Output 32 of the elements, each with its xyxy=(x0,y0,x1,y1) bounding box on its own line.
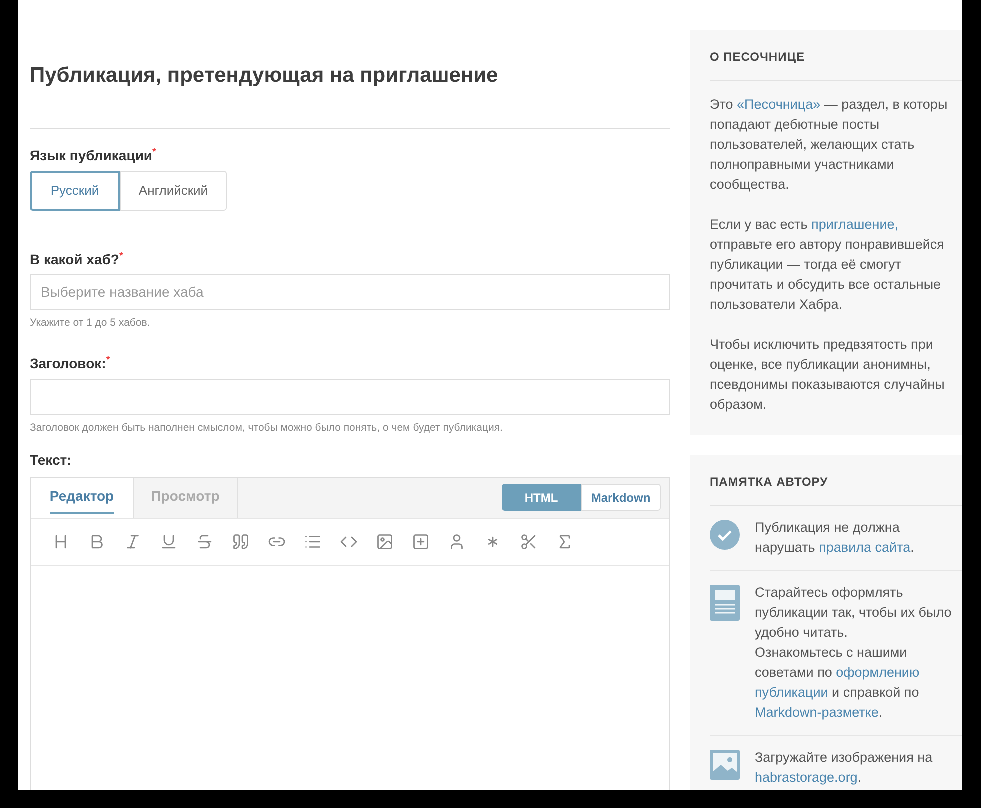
panel-title: ПАМЯТКА АВТОРУ xyxy=(710,474,830,491)
paragraph: Это «Песочница» — раздел, в которы попадают дебютные посты пользователей, желающих стать полноправными участниками сообщества. xyxy=(710,96,949,194)
tip-text: Старайтесь оформлять публикации так, чтобы их было удобно читать. Ознакомьтесь с нашими советами по оформлению публикации и справкой по Markdown-разметке. xyxy=(755,584,952,722)
text-link[interactable]: оформлению xyxy=(836,665,920,680)
language-option[interactable]: Русский xyxy=(30,170,120,211)
text-link[interactable]: правила сайта xyxy=(819,540,911,555)
text-link[interactable]: «Песочница» xyxy=(737,97,821,112)
format-option[interactable]: Markdown xyxy=(581,484,661,512)
text-link[interactable]: публикации xyxy=(755,685,828,700)
tip-text: Публикация не должна нарушать правила сайта. xyxy=(755,519,914,557)
language-option[interactable]: Английский xyxy=(120,170,227,211)
editor-tab[interactable]: Редактор xyxy=(31,478,134,518)
field-label: Заголовок:$^{*}$ xyxy=(30,355,112,372)
check-circle-icon xyxy=(710,520,740,550)
hub-field[interactable]: Выберите название хаба xyxy=(30,274,670,310)
panel-title: О ПЕСОЧНИЦЕ xyxy=(710,49,806,66)
field-label: В какой хаб?$^{*}$ xyxy=(30,250,124,268)
document-icon xyxy=(710,585,740,621)
paragraph: Если у вас есть приглашение, отправьте его автору понравившейся публикации — тогда её смогут прочитать и обсудить все остальные пользователи Хабра. xyxy=(710,216,946,314)
page-title: Публикация, претендующая на приглашение xyxy=(30,63,500,89)
text-link[interactable]: habrastorage.org xyxy=(755,770,858,785)
title-field[interactable] xyxy=(30,378,670,415)
hint-text: Укажите от 1 до 5 хабов. xyxy=(30,317,152,330)
text-link[interactable]: приглашение, xyxy=(812,217,898,232)
field-label: Текст: xyxy=(30,452,73,468)
tip-text: Загружайте изображения на habrastorage.org. xyxy=(755,749,933,787)
image-icon xyxy=(710,750,740,780)
hint-text: Заголовок должен быть наполнен смыслом, чтобы можно было понять, о чем будет публикация. xyxy=(30,422,504,434)
text-link[interactable]: Markdown-разметке xyxy=(755,705,879,720)
paragraph: Чтобы исключить предвзятость при оценке, все публикации анонимны, псевдонимы показываются случайны образом. xyxy=(710,336,946,414)
field-label: Язык публикации$^{*}$ xyxy=(30,147,158,164)
format-option[interactable]: HTML xyxy=(502,484,581,512)
